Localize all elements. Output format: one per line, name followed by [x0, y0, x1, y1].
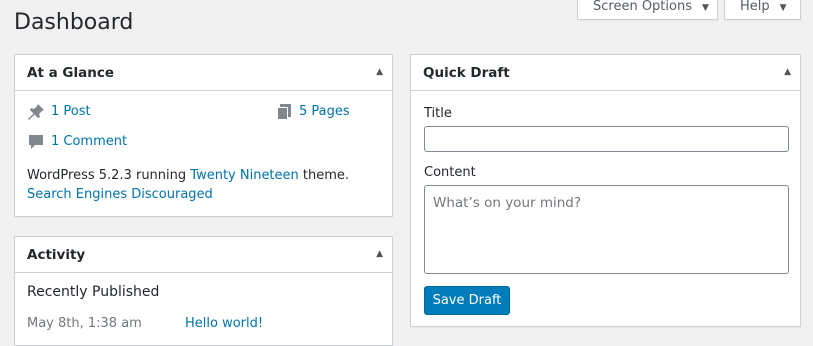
- content-label: Content: [424, 165, 476, 180]
- search-engines-link[interactable]: Search Engines Discouraged: [27, 187, 213, 202]
- help-button[interactable]: Help ▼: [724, 0, 801, 20]
- activity-date: May 8th, 1:38 am: [27, 316, 142, 331]
- title-label: Title: [424, 106, 452, 121]
- toggle-arrow-icon[interactable]: ▲: [784, 67, 791, 77]
- widget-header[interactable]: At a Glance ▲: [15, 55, 392, 91]
- content-placeholder: What’s on your mind?: [433, 195, 582, 211]
- quick-draft-widget: Quick Draft ▲ Title Content What’s on yo…: [410, 54, 801, 327]
- pages-link[interactable]: 5 Pages: [299, 104, 350, 119]
- screen-options-label: Screen Options: [593, 0, 692, 14]
- at-a-glance-widget: At a Glance ▲ 1 Post 5 Pages 1 Comment W…: [14, 54, 393, 217]
- page-title: Dashboard: [14, 10, 134, 35]
- dropdown-arrow-icon: ▼: [702, 3, 709, 13]
- posts-link[interactable]: 1 Post: [51, 104, 91, 119]
- comments-link[interactable]: 1 Comment: [51, 134, 127, 149]
- toggle-arrow-icon[interactable]: ▲: [376, 67, 383, 77]
- widget-header[interactable]: Quick Draft ▲: [411, 55, 800, 91]
- pages-icon: [277, 104, 291, 120]
- version-prefix: WordPress 5.2.3 running: [27, 168, 191, 183]
- widget-title: Activity: [27, 247, 86, 263]
- dropdown-arrow-icon: ▼: [779, 3, 787, 13]
- toggle-arrow-icon[interactable]: ▲: [376, 249, 383, 259]
- wordpress-version-text: WordPress 5.2.3 running Twenty Nineteen …: [27, 168, 349, 183]
- screen-options-button[interactable]: Screen Options ▼: [577, 0, 718, 20]
- recently-published-heading: Recently Published: [27, 284, 160, 300]
- widget-title: Quick Draft: [423, 65, 510, 81]
- comment-icon: [29, 135, 43, 149]
- version-suffix: theme.: [298, 168, 350, 183]
- content-textarea[interactable]: What’s on your mind?: [424, 185, 789, 274]
- activity-post-link[interactable]: Hello world!: [185, 316, 263, 331]
- save-draft-button[interactable]: Save Draft: [424, 286, 510, 315]
- pin-icon: [28, 104, 44, 120]
- widget-title: At a Glance: [27, 65, 114, 81]
- title-input[interactable]: [424, 126, 789, 152]
- activity-widget: Activity ▲ Recently Published May 8th, 1…: [14, 236, 393, 346]
- help-label: Help: [740, 0, 770, 14]
- widget-header[interactable]: Activity ▲: [15, 237, 392, 273]
- theme-link[interactable]: Twenty Nineteen: [190, 168, 299, 183]
